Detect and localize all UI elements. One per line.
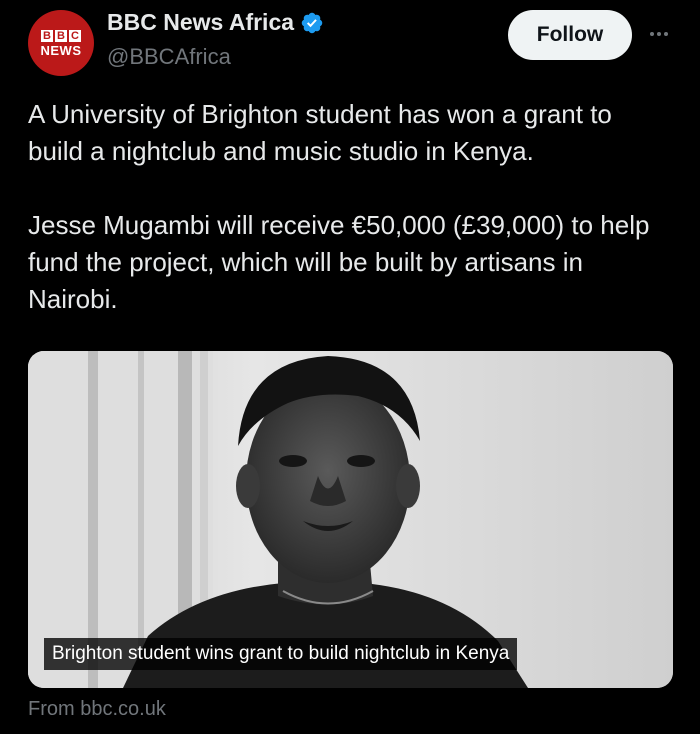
verified-badge-icon	[301, 12, 323, 33]
bbc-logo-letter: B	[41, 29, 53, 42]
more-dot	[650, 32, 654, 36]
tweet-paragraph: Jesse Mugambi will receive €50,000 (£39,…	[28, 210, 650, 314]
more-horizontal-icon[interactable]	[644, 22, 674, 46]
author-name-row[interactable]: BBC News Africa	[107, 9, 324, 36]
tweet: B B C NEWS BBC News Africa @BBCAfrica Fo…	[0, 0, 700, 734]
link-source[interactable]: From bbc.co.uk	[28, 698, 166, 721]
follow-button[interactable]: Follow	[508, 10, 632, 60]
author-display-name[interactable]: BBC News Africa	[107, 9, 294, 36]
author-handle[interactable]: @BBCAfrica	[107, 44, 231, 70]
media-caption: Brighton student wins grant to build nig…	[44, 638, 518, 670]
tweet-text: A University of Brighton student has won…	[28, 96, 673, 318]
tweet-paragraph: A University of Brighton student has won…	[28, 99, 612, 166]
avatar[interactable]: B B C NEWS	[28, 10, 94, 76]
bbc-logo-blocks: B B C	[41, 29, 81, 42]
bbc-logo-news: NEWS	[40, 42, 82, 58]
bbc-logo-letter: B	[55, 29, 67, 42]
more-dot	[664, 32, 668, 36]
bbc-logo-letter: C	[69, 29, 81, 42]
more-dot	[657, 32, 661, 36]
